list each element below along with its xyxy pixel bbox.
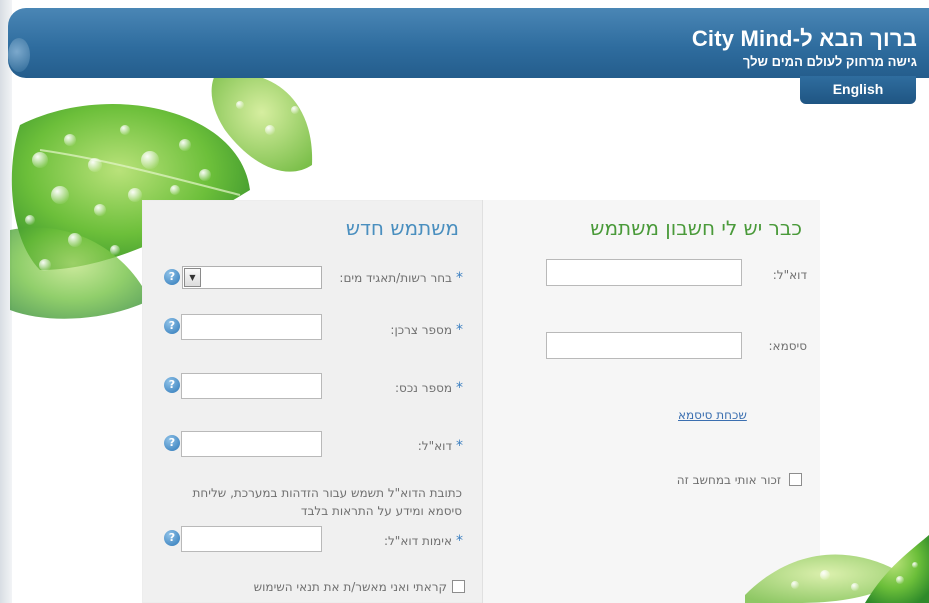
required-star: * [456, 270, 463, 286]
login-password-input[interactable] [546, 332, 742, 359]
login-email-input[interactable] [546, 259, 742, 286]
authority-label: *בחר רשות/תאגיד מים: [339, 270, 463, 286]
asset-number-input[interactable] [181, 373, 322, 399]
terms-label: קראתי ואני מאשר/ת את תנאי השימוש [253, 580, 447, 594]
email-confirm-label: *אימות דוא"ל: [383, 533, 463, 549]
existing-user-title: כבר יש לי חשבון משתמש [590, 216, 802, 240]
header-bar: ברוך הבא ל-City Mind גישה מרחוק לעולם המ… [8, 8, 929, 78]
email-confirm-input[interactable] [181, 526, 322, 552]
new-email-label: *דוא"ל: [417, 438, 463, 454]
leaf-decoration [745, 535, 929, 603]
help-icon[interactable]: ? [164, 435, 180, 451]
remember-me-checkbox[interactable] [789, 473, 802, 486]
language-english-button[interactable]: English [800, 76, 916, 104]
page-title: ברוך הבא ל-City Mind [691, 26, 917, 51]
required-star: * [456, 438, 463, 454]
dropdown-arrow-icon[interactable]: ▼ [184, 268, 201, 287]
forgot-password-link[interactable]: שכחת סיסמא [678, 408, 747, 422]
email-usage-note: כתובת הדוא"ל תשמש עבור הזדהות במערכת, של… [192, 486, 462, 518]
remember-me-label: זכור אותי במחשב זה [676, 473, 781, 487]
login-password-label: סיסמא: [768, 339, 807, 353]
header-knob [8, 38, 30, 72]
consumer-number-label: *מספר צרכן: [390, 322, 463, 338]
help-icon[interactable]: ? [164, 530, 180, 546]
login-email-label: דוא"ל: [772, 268, 807, 282]
consumer-number-input[interactable] [181, 314, 322, 340]
help-icon[interactable]: ? [164, 318, 180, 334]
page-subtitle: גישה מרחוק לעולם המים שלך [742, 54, 917, 69]
help-icon[interactable]: ? [164, 269, 180, 285]
authority-select[interactable]: ▼ [182, 266, 322, 289]
required-star: * [456, 533, 463, 549]
asset-number-label: *מספר נכס: [395, 380, 463, 396]
new-user-title: משתמש חדש [345, 216, 459, 240]
required-star: * [456, 322, 463, 338]
new-email-input[interactable] [181, 431, 322, 457]
help-icon[interactable]: ? [164, 377, 180, 393]
required-star: * [456, 380, 463, 396]
terms-checkbox[interactable] [452, 580, 465, 593]
